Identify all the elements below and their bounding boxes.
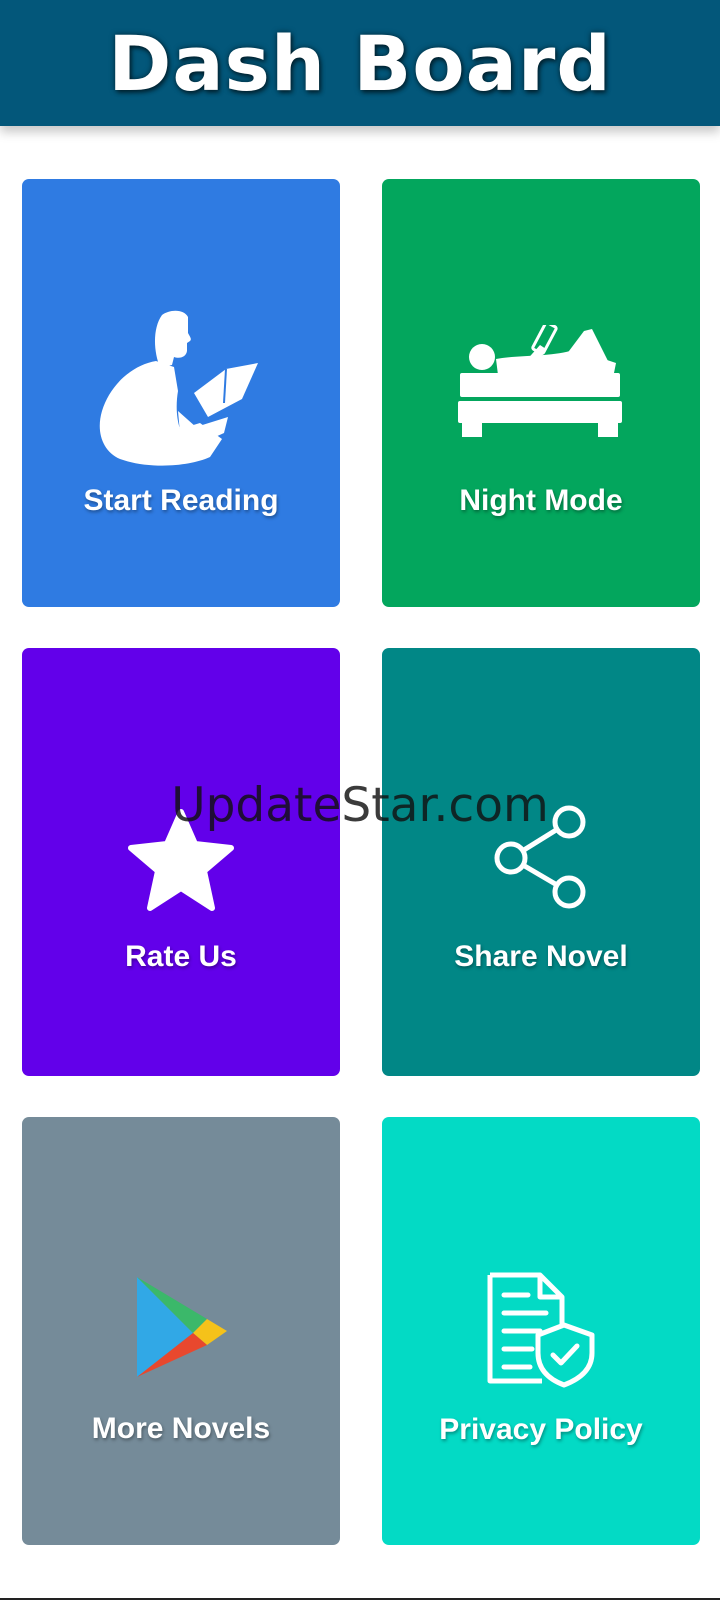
dashboard-screen: Dash Board Start Reading Night Mode Rate…	[0, 0, 720, 1600]
share-novel-label: Share Novel	[454, 940, 628, 973]
reading-person-icon	[99, 310, 258, 466]
rate-us-card[interactable]: Rate Us	[22, 648, 340, 1076]
page-title: Dash Board	[108, 18, 612, 108]
star-icon	[128, 809, 234, 911]
night-mode-label: Night Mode	[459, 484, 623, 517]
night-mode-card[interactable]: Night Mode	[382, 179, 700, 607]
privacy-document-icon	[487, 1272, 595, 1388]
rate-us-label: Rate Us	[125, 940, 237, 973]
bed-reading-icon	[458, 325, 622, 437]
play-store-icon	[137, 1277, 227, 1377]
start-reading-label: Start Reading	[83, 484, 279, 517]
share-novel-card[interactable]: Share Novel	[382, 648, 700, 1076]
privacy-policy-card[interactable]: Privacy Policy	[382, 1117, 700, 1545]
dashboard-grid: Start Reading Night Mode Rate Us Share N…	[22, 179, 700, 1545]
more-novels-label: More Novels	[91, 1412, 271, 1445]
more-novels-card[interactable]: More Novels	[22, 1117, 340, 1545]
app-header: Dash Board	[0, 0, 720, 126]
start-reading-card[interactable]: Start Reading	[22, 179, 340, 607]
privacy-policy-label: Privacy Policy	[439, 1413, 643, 1446]
share-icon	[494, 805, 586, 909]
